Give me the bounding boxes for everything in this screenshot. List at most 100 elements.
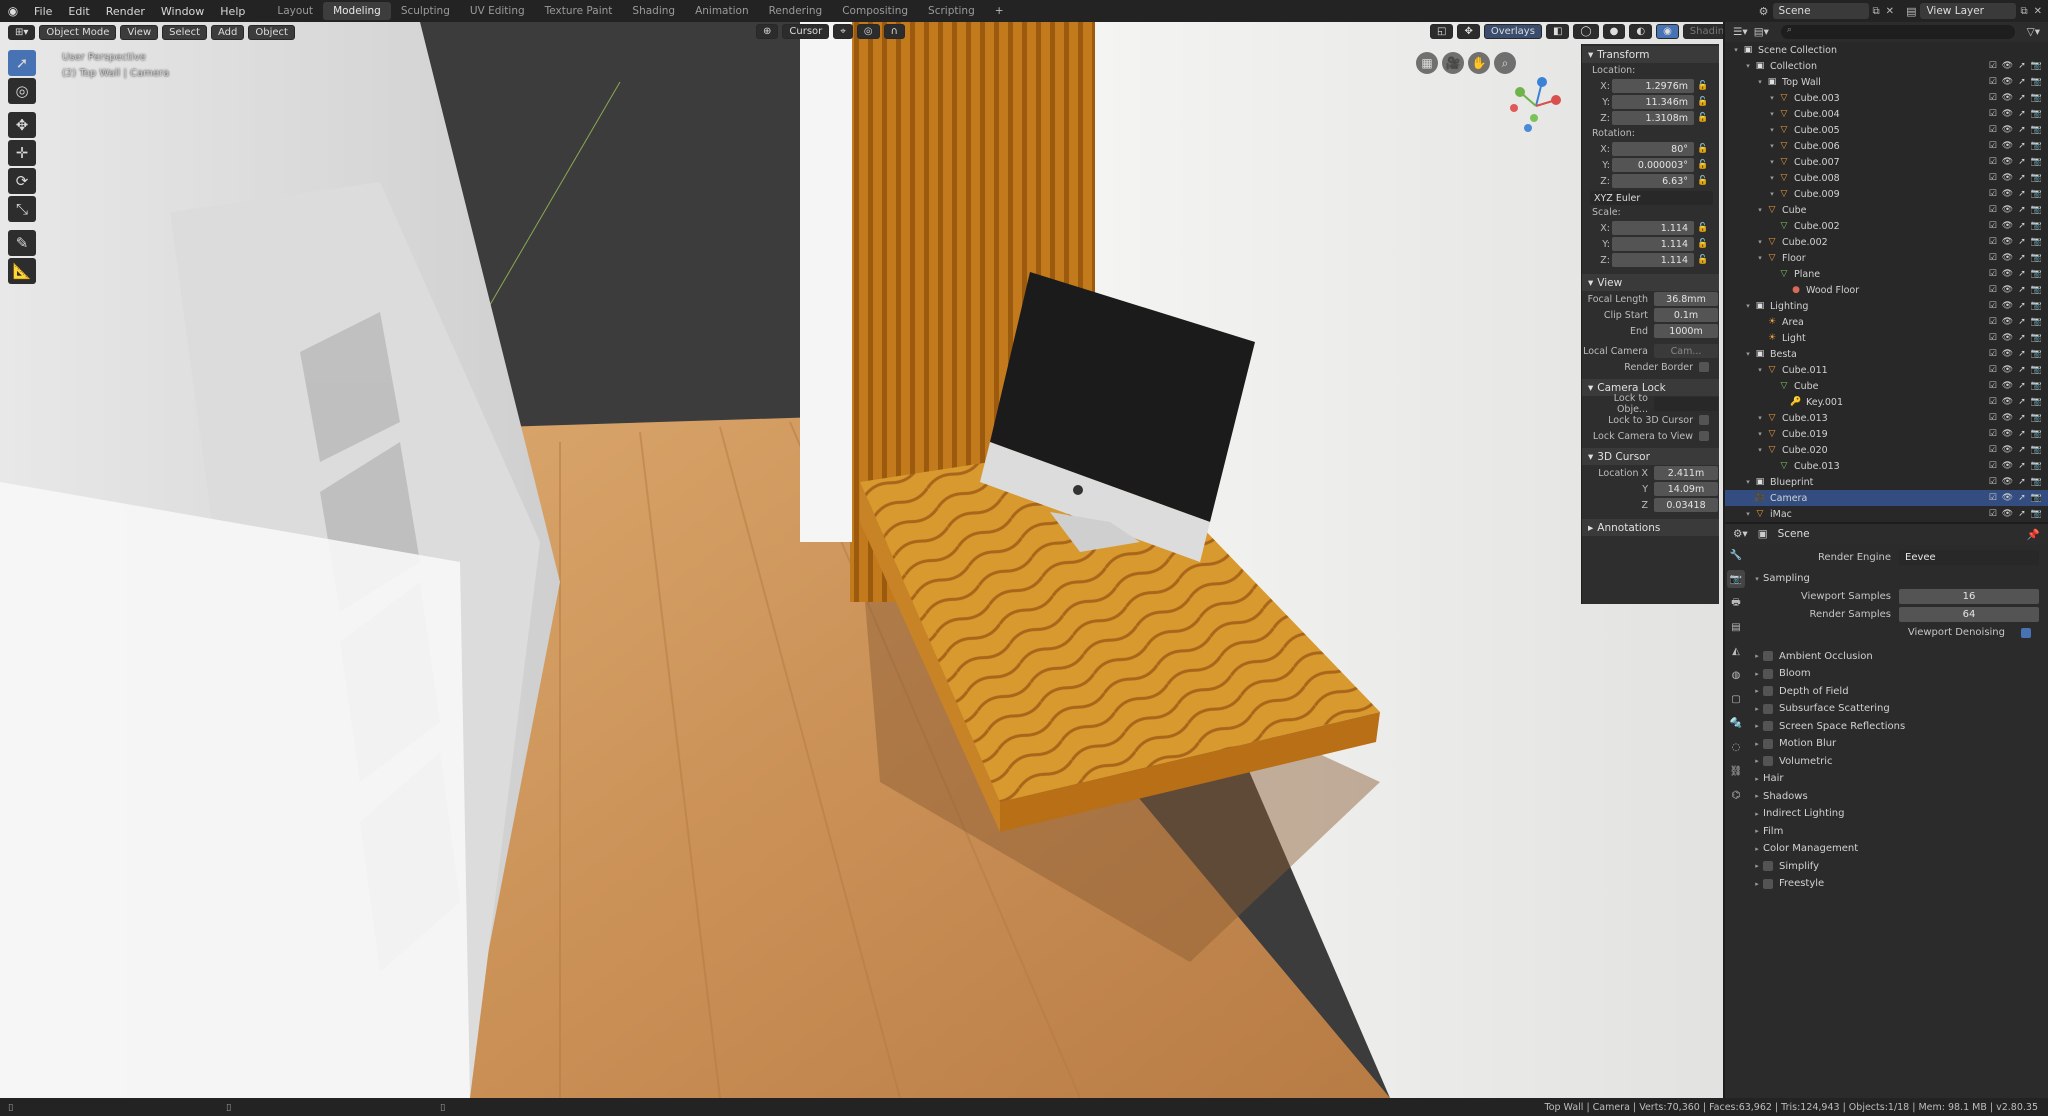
outliner-item[interactable]: ▾ ▣ Besta ☑ 👁 ➚ 📷 (1725, 346, 2048, 362)
select-arrow-icon[interactable]: ➚ (2018, 509, 2026, 519)
tab-animation[interactable]: Animation (685, 2, 759, 20)
eye-icon[interactable]: 👁 (2002, 413, 2013, 423)
select-arrow-icon[interactable]: ➚ (2018, 141, 2026, 151)
eye-icon[interactable]: 👁 (2002, 253, 2013, 263)
expand-toggle-icon[interactable]: ▾ (1755, 446, 1765, 454)
exclude-checkbox-icon[interactable]: ☑ (1989, 141, 1997, 151)
location-z-field[interactable]: 1.3108m (1612, 111, 1694, 125)
xray-icon[interactable]: ◧ (1545, 24, 1570, 39)
expand-toggle-icon[interactable]: ▾ (1767, 158, 1777, 166)
move-arrows-icon[interactable]: ✛ (8, 140, 36, 166)
3d-viewport[interactable]: ⊞▾ Object Mode View Select Add Object ⊕ … (0, 22, 1723, 1098)
eye-icon[interactable]: 👁 (2002, 237, 2013, 247)
panel-enable-checkbox[interactable] (1763, 861, 1773, 872)
expand-toggle-icon[interactable]: ▸ (1751, 740, 1763, 748)
view-panel-header[interactable]: ▾ View (1582, 274, 1719, 291)
lock-icon[interactable]: 🔓 (1694, 239, 1712, 249)
render-camera-icon[interactable]: 📷 (2031, 413, 2042, 423)
outliner-item[interactable]: ▾ ▣ Blueprint ☑ 👁 ➚ 📷 (1725, 474, 2048, 490)
shading-solid-icon[interactable]: ● (1602, 24, 1626, 39)
expand-toggle-icon[interactable]: ▸ (1751, 722, 1763, 730)
outliner-item[interactable]: ▾ ▽ Cube.006 ☑ 👁 ➚ 📷 (1725, 138, 2048, 154)
outliner-item[interactable]: ▾ ▣ Lighting ☑ 👁 ➚ 📷 (1725, 298, 2048, 314)
pan-hand-icon[interactable]: ✋ (1468, 52, 1490, 74)
menu-view[interactable]: View (120, 24, 159, 40)
outliner-item[interactable]: ▽ Cube.002 ☑ 👁 ➚ 📷 (1725, 218, 2048, 234)
select-arrow-icon[interactable]: ➚ (2018, 77, 2026, 87)
expand-toggle-icon[interactable]: ▾ (1767, 190, 1777, 198)
select-arrow-icon[interactable]: ➚ (2018, 61, 2026, 71)
eye-icon[interactable]: 👁 (2002, 189, 2013, 199)
tab-uv-editing[interactable]: UV Editing (460, 2, 535, 20)
3d-cursor-header[interactable]: ▾ 3D Cursor (1582, 448, 1719, 465)
cursor-y-field[interactable]: 14.09m (1654, 482, 1718, 496)
outliner-item[interactable]: ▾ ▽ Cube.003 ☑ 👁 ➚ 📷 (1725, 90, 2048, 106)
constraints-tab-icon[interactable]: ⛓ (1727, 762, 1745, 780)
local-camera-field[interactable]: Cam... (1654, 344, 1718, 358)
eye-icon[interactable]: 👁 (2002, 349, 2013, 359)
view-layer-close-icon[interactable]: ✕ (2032, 6, 2048, 17)
expand-toggle-icon[interactable]: ▾ (1767, 142, 1777, 150)
eye-icon[interactable]: 👁 (2002, 285, 2013, 295)
outliner-item[interactable]: ☀ Light ☑ 👁 ➚ 📷 (1725, 330, 2048, 346)
expand-toggle-icon[interactable]: ▾ (1743, 302, 1753, 310)
menu-help[interactable]: Help (212, 5, 253, 18)
tab-rendering[interactable]: Rendering (759, 2, 833, 20)
tab-shading[interactable]: Shading (622, 2, 685, 20)
render-camera-icon[interactable]: 📷 (2031, 317, 2042, 327)
properties-editor-icon[interactable]: ⚙▾ (1733, 528, 1748, 540)
eye-icon[interactable]: 👁 (2002, 269, 2013, 279)
outliner-item[interactable]: ▾ ▣ Scene Collection (1725, 42, 2048, 58)
outliner-item[interactable]: ▾ ▽ Cube.013 ☑ 👁 ➚ 📷 (1725, 410, 2048, 426)
exclude-checkbox-icon[interactable]: ☑ (1989, 493, 1997, 503)
select-arrow-icon[interactable]: ➚ (2018, 381, 2026, 391)
panel-enable-checkbox[interactable] (1763, 721, 1773, 732)
rotation-z-field[interactable]: 6.63° (1612, 174, 1694, 188)
render-panel-header[interactable]: ▸ Bloom (1751, 665, 2048, 683)
outliner-item[interactable]: ▾ ▽ Cube.009 ☑ 👁 ➚ 📷 (1725, 186, 2048, 202)
expand-toggle-icon[interactable]: ▾ (1731, 46, 1741, 54)
render-camera-icon[interactable]: 📷 (2031, 77, 2042, 87)
outliner-item[interactable]: ▾ ▽ Cube.011 ☑ 👁 ➚ 📷 (1725, 362, 2048, 378)
expand-toggle-icon[interactable]: ▸ (1751, 670, 1763, 678)
select-arrow-icon[interactable]: ➚ (2018, 269, 2026, 279)
select-arrow-icon[interactable]: ➚ (2018, 397, 2026, 407)
outliner-item[interactable]: ☀ Area ☑ 👁 ➚ 📷 (1725, 314, 2048, 330)
render-camera-icon[interactable]: 📷 (2031, 221, 2042, 231)
tab-scripting[interactable]: Scripting (918, 2, 985, 20)
viewport-denoising-checkbox[interactable] (2021, 627, 2031, 638)
view-layer-selector[interactable]: View Layer (1920, 3, 2017, 19)
render-panel-header[interactable]: ▸ Depth of Field (1751, 683, 2048, 701)
location-x-field[interactable]: 1.2976m (1612, 79, 1694, 93)
scene-tab-icon[interactable]: ◭ (1727, 642, 1745, 660)
outliner-item[interactable]: ▽ Cube ☑ 👁 ➚ 📷 (1725, 378, 2048, 394)
render-camera-icon[interactable]: 📷 (2031, 509, 2042, 519)
select-arrow-icon[interactable]: ➚ (2018, 125, 2026, 135)
scale-tool-icon[interactable]: ⤡ (8, 196, 36, 222)
scene-close-icon[interactable]: ✕ (1884, 6, 1902, 17)
exclude-checkbox-icon[interactable]: ☑ (1989, 429, 1997, 439)
measure-tool-icon[interactable]: 📐 (8, 258, 36, 284)
view-layer-copy-icon[interactable]: ⧉ (2016, 6, 2031, 17)
move-tool-icon[interactable]: ✥ (8, 112, 36, 138)
editor-type-icon[interactable]: ⊞▾ (8, 24, 36, 40)
expand-toggle-icon[interactable]: ▸ (1751, 775, 1763, 783)
menu-edit[interactable]: Edit (60, 5, 97, 18)
render-camera-icon[interactable]: 📷 (2031, 429, 2042, 439)
render-camera-icon[interactable]: 📷 (2031, 61, 2042, 71)
tab-compositing[interactable]: Compositing (832, 2, 918, 20)
expand-toggle-icon[interactable]: ▾ (1767, 110, 1777, 118)
expand-toggle-icon[interactable]: ▾ (1755, 366, 1765, 374)
scale-z-field[interactable]: 1.114 (1612, 253, 1694, 267)
select-arrow-icon[interactable]: ➚ (2018, 445, 2026, 455)
scene-copy-icon[interactable]: ⧉ (1869, 6, 1884, 17)
select-arrow-icon[interactable]: ➚ (2018, 189, 2026, 199)
annotate-tool-icon[interactable]: ✎ (8, 230, 36, 256)
exclude-checkbox-icon[interactable]: ☑ (1989, 285, 1997, 295)
exclude-checkbox-icon[interactable]: ☑ (1989, 461, 1997, 471)
eye-icon[interactable]: 👁 (2002, 157, 2013, 167)
eye-icon[interactable]: 👁 (2002, 173, 2013, 183)
lock-icon[interactable]: 🔓 (1694, 97, 1712, 107)
render-camera-icon[interactable]: 📷 (2031, 445, 2042, 455)
exclude-checkbox-icon[interactable]: ☑ (1989, 333, 1997, 343)
